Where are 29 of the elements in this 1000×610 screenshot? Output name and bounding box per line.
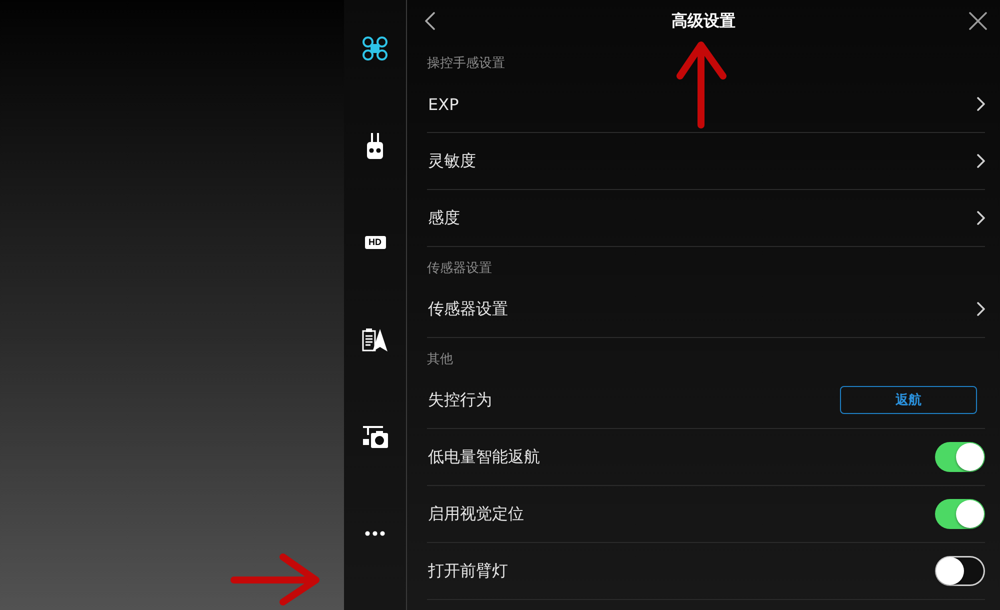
setting-label: 失控行为 bbox=[427, 390, 492, 410]
menu-row[interactable]: EXP bbox=[427, 76, 985, 133]
chevron-right-icon bbox=[977, 154, 985, 168]
drone-icon bbox=[362, 36, 388, 61]
close-button[interactable] bbox=[967, 10, 989, 32]
more-icon bbox=[365, 531, 385, 536]
chevron-right-icon bbox=[977, 97, 985, 111]
toggle-switch[interactable] bbox=[935, 442, 985, 472]
close-icon bbox=[969, 12, 987, 30]
menu-row[interactable]: 传感器设置 bbox=[427, 281, 985, 338]
page-title: 高级设置 bbox=[672, 10, 736, 32]
section-heading: 操控手感设置 bbox=[427, 56, 505, 71]
menu-row[interactable]: 灵敏度 bbox=[427, 133, 985, 190]
chevron-right-icon bbox=[977, 302, 985, 316]
return-home-button[interactable]: 返航 bbox=[840, 386, 977, 414]
setting-label: 低电量智能返航 bbox=[427, 446, 540, 468]
toggle-switch[interactable] bbox=[935, 499, 985, 529]
section-heading: 其他 bbox=[427, 352, 453, 367]
remote-controller-icon bbox=[366, 132, 384, 158]
menu-row[interactable]: 感度 bbox=[427, 190, 985, 247]
setting-label: 打开前臂灯 bbox=[427, 560, 508, 582]
chevron-left-icon bbox=[425, 12, 435, 30]
clipboard-navigation-icon bbox=[362, 328, 388, 352]
back-button[interactable] bbox=[423, 10, 437, 32]
section-heading: 传感器设置 bbox=[427, 261, 492, 276]
gimbal-camera-icon bbox=[362, 426, 388, 448]
chevron-right-icon bbox=[977, 211, 985, 225]
toggle-switch[interactable] bbox=[935, 556, 985, 586]
setting-label: 启用视觉定位 bbox=[427, 504, 524, 524]
